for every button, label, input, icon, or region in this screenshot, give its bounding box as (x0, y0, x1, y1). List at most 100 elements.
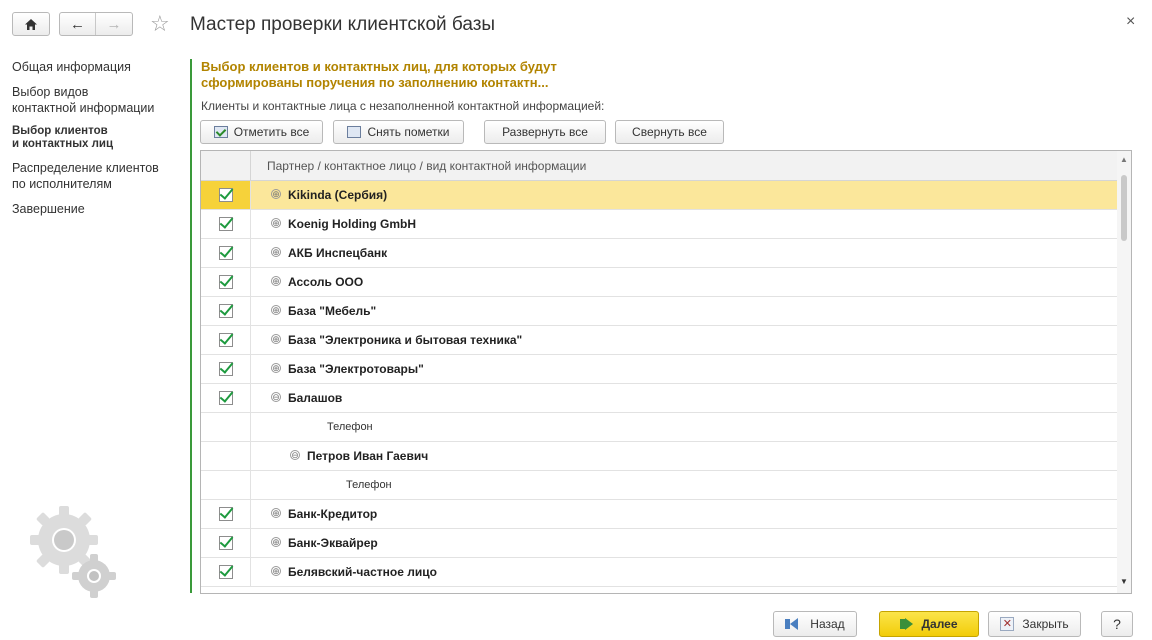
row-checkbox[interactable] (219, 246, 233, 260)
navigation-group: ← → (59, 12, 133, 36)
collapse-all-label: Свернуть все (632, 125, 707, 139)
row-checkbox[interactable] (219, 333, 233, 347)
expand-icon[interactable]: ⊕ (271, 247, 281, 257)
row-label: АКБ Инспецбанк (288, 246, 388, 260)
row-label: Петров Иван Гаевич (307, 449, 429, 463)
gears-icon (30, 506, 116, 598)
checkbox-cell (201, 529, 251, 557)
mark-all-button[interactable]: Отметить все (200, 120, 323, 144)
table-row[interactable]: ⊕ Koenig Holding GmbH (201, 210, 1117, 239)
table-row[interactable]: ⊕ Белявский-частное лицо (201, 558, 1117, 587)
checkbox-cell (201, 268, 251, 296)
table-header: Партнер / контактное лицо / вид контактн… (201, 151, 1117, 181)
expand-icon[interactable]: ⊕ (271, 537, 281, 547)
back-arrow-icon[interactable]: ← (60, 13, 96, 35)
table-row[interactable]: ⊕ Kikinda (Сербия) (201, 181, 1117, 210)
table-row[interactable]: ⊕ База "Электротовары" (201, 355, 1117, 384)
table-body: ⊕ Kikinda (Сербия) ⊕ Koenig Holding GmbH ⊕ АК… (201, 181, 1117, 587)
unmark-all-button[interactable]: Снять пометки (333, 120, 464, 144)
checkbox-cell (201, 500, 251, 528)
row-checkbox[interactable] (219, 362, 233, 376)
table-row[interactable]: ⊕ Ассоль ООО (201, 268, 1117, 297)
checkbox-cell (201, 239, 251, 267)
table-row[interactable]: ⊖ Балашов (201, 384, 1117, 413)
table-row[interactable]: Телефон (201, 471, 1117, 500)
help-button[interactable]: ? (1101, 611, 1133, 637)
help-label: ? (1113, 616, 1121, 632)
checkbox-cell (201, 297, 251, 325)
collapse-icon[interactable]: ⊖ (271, 392, 281, 402)
sidebar-item-distribution[interactable]: Распределение клиентов по исполнителям (12, 160, 182, 192)
back-label: Назад (810, 617, 845, 631)
clients-tree-table[interactable]: Партнер / контактное лицо / вид контактн… (200, 150, 1132, 594)
table-row[interactable]: ⊕ Банк-Эквайрер (201, 529, 1117, 558)
section-divider (190, 59, 192, 593)
sidebar-item-contact-kinds[interactable]: Выбор видов контактной информации (12, 84, 182, 116)
expand-icon[interactable]: ⊕ (271, 189, 281, 199)
row-checkbox[interactable] (219, 507, 233, 521)
expand-icon[interactable]: ⊕ (271, 305, 281, 315)
expand-icon[interactable]: ⊕ (271, 508, 281, 518)
row-label: Телефон (346, 479, 392, 491)
row-checkbox[interactable] (219, 536, 233, 550)
sidebar-item-general-info[interactable]: Общая информация (12, 59, 182, 75)
sidebar-item-clients-selection[interactable]: Выбор клиентов и контактных лиц (12, 125, 182, 151)
close-button[interactable]: ✕ Закрыть (988, 611, 1081, 637)
row-label: Kikinda (Сербия) (288, 188, 388, 202)
row-checkbox[interactable] (219, 304, 233, 318)
expand-icon[interactable]: ⊕ (271, 566, 281, 576)
collapse-icon[interactable]: ⊖ (290, 450, 300, 460)
row-label: Телефон (327, 421, 373, 433)
home-icon (25, 18, 37, 30)
unmark-all-label: Снять пометки (367, 125, 450, 139)
checkbox-cell (201, 210, 251, 238)
next-button[interactable]: Далее (879, 611, 979, 637)
checkbox-cell (201, 471, 251, 499)
expand-icon[interactable]: ⊕ (271, 363, 281, 373)
scroll-down-icon[interactable]: ▼ (1120, 577, 1128, 586)
checkbox-cell (201, 442, 251, 470)
checkbox-cell (201, 326, 251, 354)
row-label: Балашов (288, 391, 343, 405)
close-window-icon: ✕ (1000, 617, 1015, 631)
checkbox-cell (201, 558, 251, 586)
row-label: Ассоль ООО (288, 275, 364, 289)
row-checkbox[interactable] (219, 275, 233, 289)
row-label: База "Электроника и бытовая техника" (288, 333, 523, 347)
back-button[interactable]: Назад (773, 611, 857, 637)
column-header-partner[interactable]: Партнер / контактное лицо / вид контактн… (267, 159, 586, 173)
collapse-all-button[interactable]: Свернуть все (615, 120, 724, 144)
expand-icon[interactable]: ⊕ (271, 218, 281, 228)
row-label: База "Мебель" (288, 304, 377, 318)
uncheck-all-icon (347, 126, 362, 138)
row-checkbox[interactable] (219, 391, 233, 405)
table-row[interactable]: ⊕ АКБ Инспецбанк (201, 239, 1117, 268)
checkbox-cell (201, 413, 251, 441)
sidebar-item-finish[interactable]: Завершение (12, 201, 182, 217)
scrollbar-thumb[interactable] (1121, 175, 1127, 241)
table-row[interactable]: ⊕ Банк-Кредитор (201, 500, 1117, 529)
expand-icon[interactable]: ⊕ (271, 276, 281, 286)
row-label: Koenig Holding GmbH (288, 217, 416, 231)
forward-arrow-icon[interactable]: → (96, 13, 132, 35)
expand-all-button[interactable]: Развернуть все (484, 120, 606, 144)
table-row[interactable]: ⊖ Петров Иван Гаевич (201, 442, 1117, 471)
row-checkbox[interactable] (219, 217, 233, 231)
page-title: Мастер проверки клиентской базы (190, 14, 496, 35)
row-label: База "Электротовары" (288, 362, 424, 376)
step-subheading: Клиенты и контактные лица с незаполненно… (201, 99, 605, 113)
row-checkbox[interactable] (219, 188, 233, 202)
checkbox-cell (201, 181, 251, 209)
table-row[interactable]: Телефон (201, 413, 1117, 442)
expand-icon[interactable]: ⊕ (271, 334, 281, 344)
row-checkbox[interactable] (219, 565, 233, 579)
home-button[interactable] (12, 12, 50, 36)
checkbox-cell (201, 384, 251, 412)
scroll-up-icon[interactable]: ▲ (1120, 155, 1128, 164)
next-label: Далее (921, 617, 958, 631)
step-heading: Выбор клиентов и контактных лиц, для кот… (201, 59, 557, 90)
close-icon[interactable]: × (1126, 12, 1135, 32)
table-row[interactable]: ⊕ База "Электроника и бытовая техника" (201, 326, 1117, 355)
table-row[interactable]: ⊕ База "Мебель" (201, 297, 1117, 326)
favorite-star-icon[interactable]: ☆ (150, 12, 170, 36)
